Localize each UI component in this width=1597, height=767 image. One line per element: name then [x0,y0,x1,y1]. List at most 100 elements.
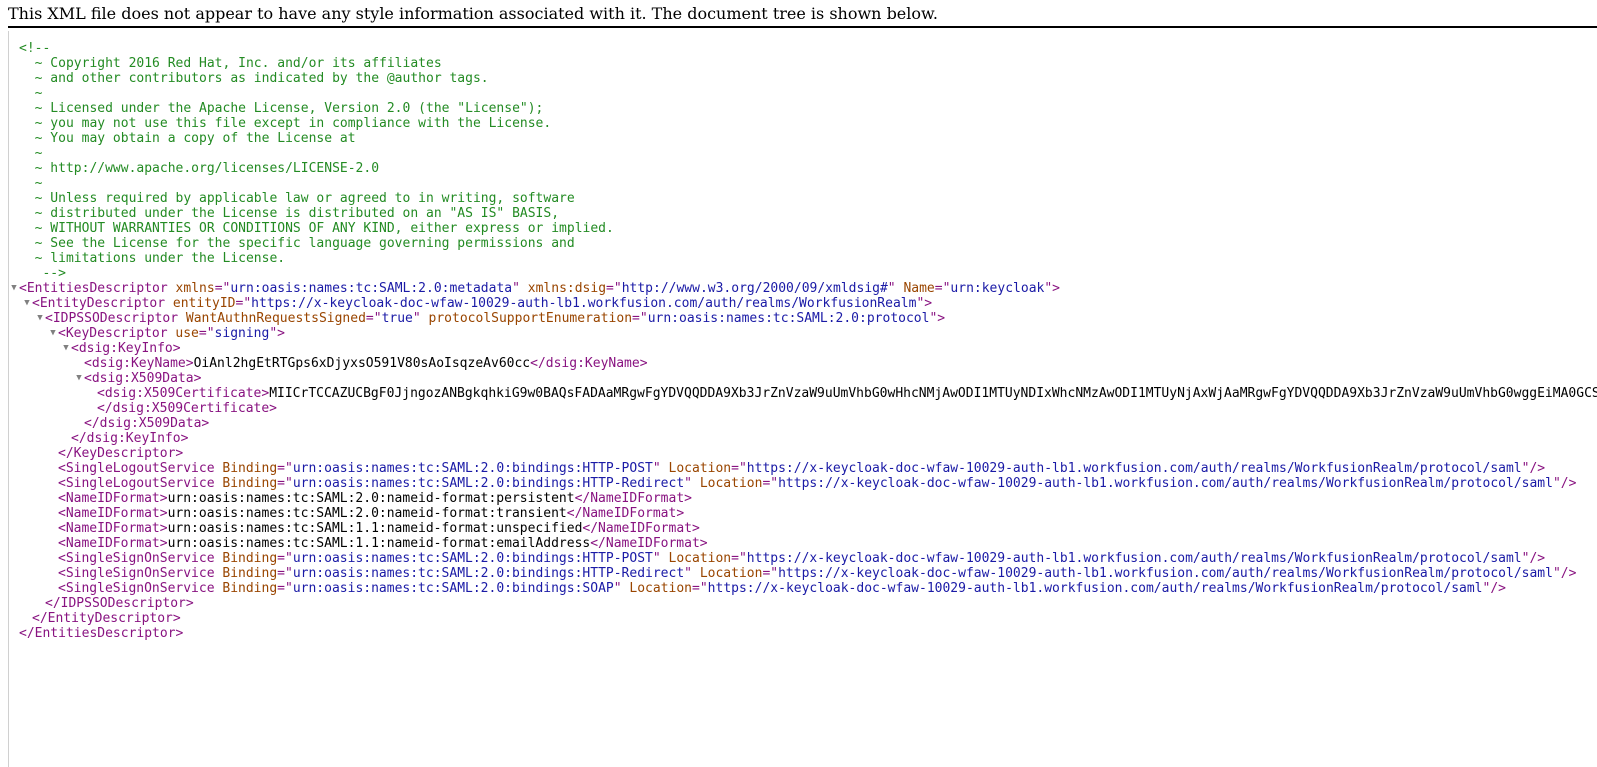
xml-line-x509-data-close: </dsig:X509Data> [9,416,1597,431]
tag-token: <SingleLogoutService [58,461,215,476]
tag-token: "> [1044,281,1060,296]
attribute-value: signing [214,326,270,341]
comment-line: ~ See the License for the specific langu… [19,236,575,251]
triangle-down-icon[interactable]: ▼ [74,371,84,386]
tag-token: "> [929,311,946,326]
tag-token: " [512,281,520,296]
attribute-name: Location [692,566,763,581]
tag-token: <EntitiesDescriptor [19,281,168,296]
attribute-value: urn:oasis:names:tc:SAML:2.0:bindings:HTT… [292,566,685,581]
attribute-name: Binding [214,551,278,566]
xml-line-entities-descriptor-close: </EntitiesDescriptor> [9,626,1597,641]
attribute-value: https://x-keycloak-doc-wfaw-10029-auth-l… [707,581,1483,596]
attribute-name: Name [895,281,935,296]
triangle-down-icon[interactable]: ▼ [61,341,71,356]
tag-token: <dsig:X509Data> [84,371,202,386]
no-style-banner-text: This XML file does not appear to have an… [8,4,938,23]
attribute-name: Location [692,476,763,491]
xml-elements: ▼ <EntitiesDescriptor xmlns="urn:oasis:na… [9,281,1597,641]
tag-token: <SingleLogoutService [58,476,215,491]
tag-token: =" [277,581,293,596]
tag-token: </NameIDFormat> [582,521,700,536]
attribute-value: https://x-keycloak-doc-wfaw-10029-auth-l… [746,461,1522,476]
comment-line: ~ Licensed under the Apache License, Ver… [19,101,544,116]
comment-line: ~ limitations under the License. [19,251,286,266]
comment-line: ~ you may not use this file except in co… [19,116,552,131]
tag-token: =" [365,311,382,326]
comment-line: ~ [19,146,43,161]
tag-token: <dsig:KeyName> [84,356,194,371]
xml-line-key-name: <dsig:KeyName>OiAnl2hgEtRTGps6xDjyxsO591… [9,356,1597,371]
xml-line-single-logout-service-post: <SingleLogoutService Binding="urn:oasis:… [9,461,1597,476]
tag-token: </dsig:KeyName> [530,356,648,371]
tag-token: " [412,311,421,326]
tag-token: =" [235,296,252,311]
tag-token: <NameIDFormat> [58,521,168,536]
tag-token: =" [277,461,293,476]
triangle-down-icon[interactable]: ▼ [22,296,32,311]
attribute-name: Location [660,461,732,476]
xml-line-key-info-close: </dsig:KeyInfo> [9,431,1597,446]
xml-line-idpsso-descriptor-open: ▼ <IDPSSODescriptor WantAuthnRequestsSign… [9,311,1597,326]
attribute-name: Binding [214,581,278,596]
tag-token: =" [214,281,231,296]
tag-token: " [613,581,622,596]
tag-token: =" [731,461,747,476]
comment-line: ~ You may obtain a copy of the License a… [19,131,356,146]
attribute-value: urn:oasis:names:tc:SAML:2.0:protocol [647,311,930,326]
tag-token: "/> [1552,476,1577,491]
tag-token: "/> [1521,461,1546,476]
text-content: urn:oasis:names:tc:SAML:2.0:nameid-forma… [167,491,575,506]
comment-line: --> [19,266,66,281]
xml-line-single-sign-on-service-post: <SingleSignOnService Binding="urn:oasis:… [9,551,1597,566]
xml-line-nameid-format-email: <NameIDFormat>urn:oasis:names:tc:SAML:1.… [9,536,1597,551]
tag-token: =" [632,311,648,326]
attribute-value: urn:oasis:names:tc:SAML:2.0:metadata [230,281,513,296]
no-style-banner: This XML file does not appear to have an… [0,0,1597,26]
tag-token: <NameIDFormat> [58,536,168,551]
tag-token: </NameIDFormat> [566,506,685,521]
tag-token: "/> [1482,581,1506,596]
attribute-value: true [381,311,413,326]
attribute-value: https://x-keycloak-doc-wfaw-10029-auth-l… [778,476,1553,491]
xml-line-single-sign-on-service-soap: <SingleSignOnService Binding="urn:oasis:… [9,581,1597,596]
xml-line-nameid-format-persistent: <NameIDFormat>urn:oasis:names:tc:SAML:2.… [9,491,1597,506]
attribute-name: Binding [214,566,278,581]
tag-token: <SingleSignOnService [58,566,215,581]
attribute-value: https://x-keycloak-doc-wfaw-10029-auth-l… [251,296,917,311]
xml-line-idpsso-descriptor-close: </IDPSSODescriptor> [9,596,1597,611]
text-content: MIICrTCCAZUCBgF0JjngozANBgkqhkiG9w0BAQsF… [269,386,1597,401]
attribute-value: urn:oasis:names:tc:SAML:2.0:bindings:HTT… [292,461,653,476]
xml-line-key-info-open: ▼ <dsig:KeyInfo> [9,341,1597,356]
triangle-down-icon[interactable]: ▼ [9,281,19,296]
tag-token: </KeyDescriptor> [58,446,184,461]
tag-token: =" [277,476,293,491]
xml-line-x509-certificate: <dsig:X509Certificate>MIICrTCCAZUCBgF0Jj… [9,386,1597,401]
triangle-down-icon[interactable]: ▼ [48,326,58,341]
tag-token: " [652,551,661,566]
attribute-name: xmlns:dsig [519,281,607,296]
license-comment: <!-- ~ Copyright 2016 Red Hat, Inc. and/… [9,41,1597,281]
tag-token: <KeyDescriptor [58,326,168,341]
xml-line-entities-descriptor-open: ▼ <EntitiesDescriptor xmlns="urn:oasis:na… [9,281,1597,296]
tag-token: =" [606,281,622,296]
tag-token: <dsig:KeyInfo> [71,341,181,356]
tag-token: <NameIDFormat> [58,491,168,506]
comment-line: ~ WITHOUT WARRANTIES OR CONDITIONS OF AN… [19,221,614,236]
text-content: urn:oasis:names:tc:SAML:1.1:nameid-forma… [167,521,583,536]
tag-token: <SingleSignOnService [58,581,215,596]
attribute-value: https://x-keycloak-doc-wfaw-10029-auth-l… [778,566,1553,581]
text-content: OiAnl2hgEtRTGps6xDjyxsO591V80sAoIsqzeAv6… [193,356,531,371]
text-content: urn:oasis:names:tc:SAML:2.0:nameid-forma… [167,506,567,521]
tag-token: "/> [1552,566,1577,581]
tag-token: =" [731,551,747,566]
tag-token: =" [934,281,951,296]
xml-line-nameid-format-transient: <NameIDFormat>urn:oasis:names:tc:SAML:2.… [9,506,1597,521]
triangle-down-icon[interactable]: ▼ [35,311,45,326]
attribute-value: urn:keycloak [950,281,1045,296]
attribute-name: entityID [165,296,236,311]
xml-line-entity-descriptor-open: ▼ <EntityDescriptor entityID="https://x-k… [9,296,1597,311]
tag-token: </dsig:X509Certificate> [97,401,278,416]
xml-line-nameid-format-unspecified: <NameIDFormat>urn:oasis:names:tc:SAML:1.… [9,521,1597,536]
attribute-value: urn:oasis:names:tc:SAML:2.0:bindings:HTT… [292,476,685,491]
